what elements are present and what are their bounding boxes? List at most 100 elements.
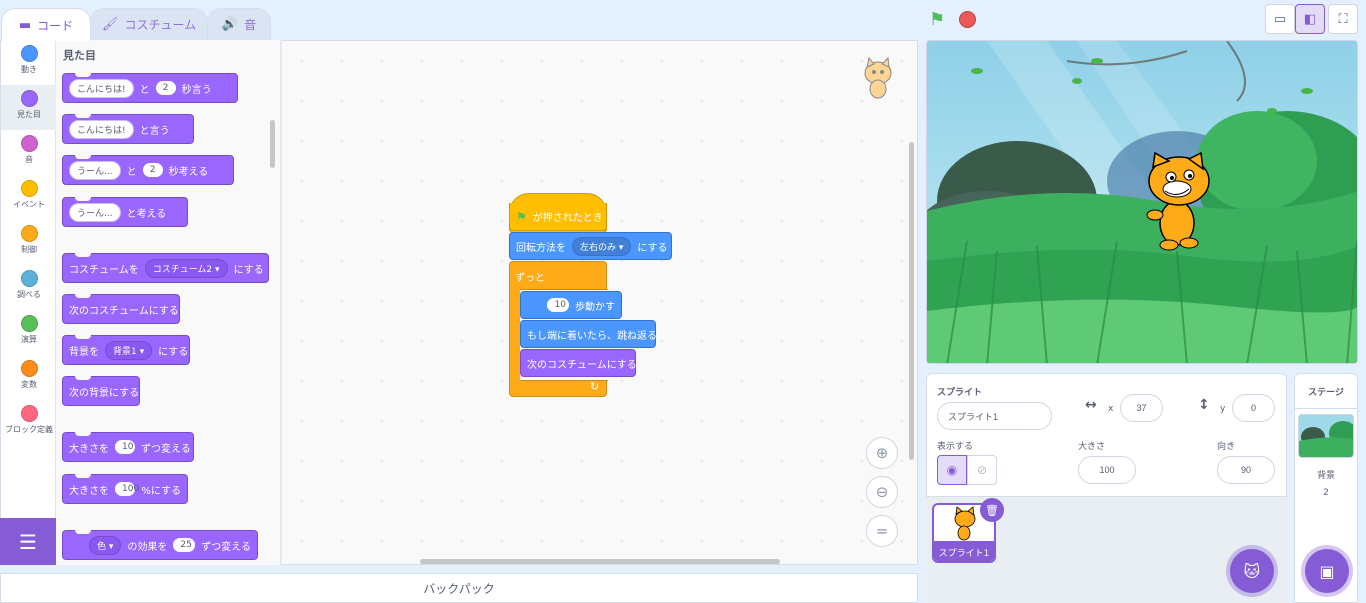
dropdown-value: 背景1 [113,346,137,357]
backpack-bar[interactable]: バックパック [0,573,918,603]
tab-costumes[interactable]: 🖌 コスチューム [90,8,208,40]
block-say[interactable]: こんにちは! と言う [62,114,194,144]
category-motion[interactable]: 動き [1,40,57,85]
category-menu: 動き 見た目 音 イベント 制御 調べる 演算 変数 ブロック定義 [0,40,57,565]
sprite-name-field[interactable] [937,402,1052,430]
block-change-size[interactable]: 大きさを 10 ずつ変える [62,432,194,462]
block-input-text[interactable]: うーん... [69,202,121,222]
normal-stage-button[interactable]: ◧ [1295,4,1325,34]
green-flag-icon: ⚑ [516,209,527,224]
x-field[interactable] [1120,394,1163,422]
stop-button[interactable] [959,11,976,28]
category-looks[interactable]: 見た目 [1,85,57,130]
tab-costumes-label: コスチューム [124,18,197,32]
green-flag-button[interactable]: ⚑ [929,9,945,30]
category-variables[interactable]: 変数 [1,355,57,400]
costume-dropdown[interactable]: コスチューム2 ▾ [144,258,228,278]
block-switch-backdrop[interactable]: 背景を 背景1 ▾ にする [62,335,190,365]
small-stage-button[interactable]: ▭ [1265,4,1295,34]
block-input-number[interactable]: 10 [547,298,569,312]
category-operators[interactable]: 演算 [1,310,57,355]
block-when-flag-clicked[interactable]: ⚑ が押されたとき [509,203,607,231]
zoom-out-button[interactable]: ⊖ [866,476,898,508]
image-plus-icon: ▣ [1319,561,1335,581]
block-text: 背景を [69,346,99,358]
block-next-costume[interactable]: 次のコスチュームにする [62,294,180,324]
block-text: 大きさを [69,443,109,455]
block-next-backdrop[interactable]: 次の背景にする [62,376,140,406]
add-backdrop-button[interactable]: ▣ [1305,549,1349,593]
block-input-text[interactable]: こんにちは! [69,119,134,139]
block-text: 次のコスチュームにする [69,305,179,317]
block-change-effect[interactable]: 色 ▾ の効果を 25 ずつ変える [62,530,258,560]
sprite-info-title: スプライト [937,388,983,398]
show-sprite-button[interactable]: ◉ [937,455,967,485]
palette-heading: 見た目 [63,49,96,62]
category-events[interactable]: イベント [1,175,57,220]
category-label: 演算 [21,335,37,344]
block-text: 回転方法を [516,242,566,254]
add-extension-button[interactable]: ☰ [0,518,56,565]
looks-dot-icon [20,90,38,107]
extension-icon: ☰ [19,529,37,554]
fullscreen-button[interactable]: ⛶ [1328,4,1358,34]
category-sound[interactable]: 音 [1,130,57,175]
direction-field[interactable] [1217,456,1275,484]
hide-sprite-button[interactable]: ⊘ [967,455,997,485]
y-field[interactable] [1232,394,1275,422]
x-arrows-icon: ↔ [1085,397,1097,413]
fullscreen-icon: ⛶ [1338,11,1348,27]
zoom-reset-button[interactable]: = [866,515,898,547]
green-flag-icon: ⚑ [929,9,946,30]
category-label: 変数 [21,380,37,389]
zoom-in-button[interactable]: ⊕ [866,437,898,469]
backdrop-dropdown[interactable]: 背景1 ▾ [105,340,153,360]
block-think-for-secs[interactable]: うーん... と 2 秒考える [62,155,234,185]
block-text: コスチュームを [69,264,139,276]
category-label: 動き [21,65,37,74]
block-say-for-secs[interactable]: こんにちは! と 2 秒言う [62,73,238,103]
code-workspace[interactable]: ⚑ が押されたとき 回転方法を 左右のみ ▾ にする ずっと ↻ 10 歩動かす… [282,40,918,565]
category-label: 音 [25,155,33,164]
block-input-number[interactable]: 100 [115,482,139,496]
sprite-thumbnail-label: スプライト1 [934,541,994,561]
rotation-dropdown[interactable]: 左右のみ ▾ [572,236,632,256]
block-bounce-on-edge[interactable]: もし端に着いたら、跳ね返る [520,320,657,348]
sound-dot-icon [20,135,38,152]
effect-dropdown[interactable]: 色 ▾ [89,535,122,555]
block-switch-costume[interactable]: コスチュームを コスチューム2 ▾ にする [62,253,269,283]
show-label: 表示する [937,442,974,452]
block-set-rotation-style[interactable]: 回転方法を 左右のみ ▾ にする [509,232,672,260]
palette-scrollbar[interactable] [270,120,275,168]
brush-icon: 🖌 [101,17,119,32]
category-my-blocks[interactable]: ブロック定義 [1,400,57,445]
zoom-out-icon: ⊖ [875,483,889,501]
block-input-text[interactable]: こんにちは! [69,78,134,98]
stage-thumbnail[interactable] [1298,414,1354,458]
category-label: 制御 [21,245,37,254]
backpack-label: バックパック [423,581,495,596]
block-input-number[interactable]: 10 [115,440,135,454]
tab-sounds[interactable]: 🔊 音 [207,8,271,40]
size-field[interactable] [1078,456,1136,484]
block-text: ずつ変える [201,541,251,553]
category-control[interactable]: 制御 [1,220,57,265]
block-input-number[interactable]: 2 [142,163,163,177]
block-input-number[interactable]: 25 [173,538,196,552]
block-input-text[interactable]: うーん... [69,160,121,180]
trash-icon: 🗑 [985,503,999,517]
block-next-costume-script[interactable]: 次のコスチュームにする [520,349,637,377]
tab-code-label: コード [37,18,74,33]
delete-sprite-button[interactable]: 🗑 [980,498,1004,522]
stage-canvas[interactable] [926,40,1358,364]
workspace-horizontal-scrollbar[interactable] [420,559,780,564]
loop-arrow-icon: ↻ [590,380,600,393]
block-input-number[interactable]: 2 [155,81,176,95]
block-think[interactable]: うーん... と考える [62,197,188,227]
block-set-size[interactable]: 大きさを 100 %にする [62,474,188,504]
workspace-vertical-scrollbar[interactable] [909,142,914,460]
tab-code[interactable]: ▬ コード [1,8,91,41]
block-move-steps[interactable]: 10 歩動かす [520,291,622,319]
category-sensing[interactable]: 調べる [1,265,57,310]
add-sprite-button[interactable]: 🐱 [1230,549,1274,593]
